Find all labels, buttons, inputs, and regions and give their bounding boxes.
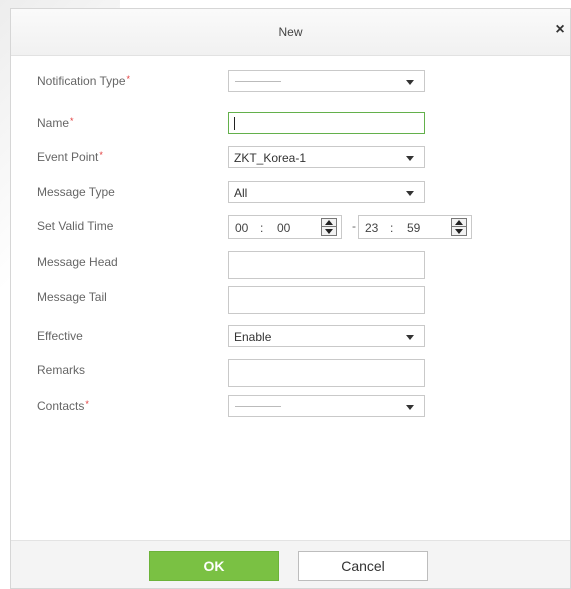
remarks-label: Remarks [37,363,86,377]
dialog-footer: OK Cancel [11,540,570,588]
event-point-value: ZKT_Korea-1 [234,151,307,165]
required-mark: * [85,399,89,409]
required-mark: * [70,116,74,126]
ok-button[interactable]: OK [149,551,279,581]
message-head-input[interactable] [228,251,425,279]
new-dialog: New × Notification Type* Name* Event Poi… [10,8,571,589]
dialog-titlebar: New × [11,9,570,56]
message-tail-label: Message Tail [37,290,107,304]
valid-time-end[interactable]: 23 : 59 [358,215,472,239]
start-minute: 00 [277,221,291,235]
text-cursor [234,117,235,130]
effective-label: Effective [37,329,83,343]
required-mark: * [126,74,131,84]
chevron-down-icon [406,156,414,161]
spinner-updown-icon[interactable] [321,218,337,236]
effective-value: Enable [234,330,272,344]
spinner-updown-icon[interactable] [451,218,467,236]
valid-time-start[interactable]: 00 : 00 [228,215,342,239]
notification-type-select[interactable] [228,70,425,92]
time-range-separator: - [352,219,356,233]
cancel-button[interactable]: Cancel [298,551,428,581]
contacts-select[interactable] [228,395,425,417]
chevron-down-icon [406,80,414,85]
dialog-title: New [278,25,303,39]
empty-selection-dash [235,406,281,407]
end-minute: 59 [407,221,421,235]
remarks-input[interactable] [228,359,425,387]
empty-selection-dash [235,81,281,82]
message-type-label: Message Type [37,185,115,199]
required-mark: * [99,150,103,160]
message-head-label: Message Head [37,255,118,269]
close-icon[interactable]: × [552,21,568,39]
end-hour: 23 [365,221,379,235]
notification-type-label: Notification Type* [37,74,131,88]
chevron-down-icon [406,405,414,410]
effective-select[interactable]: Enable [228,325,425,347]
event-point-select[interactable]: ZKT_Korea-1 [228,146,425,168]
message-type-select[interactable]: All [228,181,425,203]
name-input[interactable] [228,112,425,134]
message-type-value: All [234,186,248,200]
valid-time-label: Set Valid Time [37,219,114,233]
event-point-label: Event Point* [37,150,103,164]
start-hour: 00 [235,221,249,235]
name-label: Name* [37,116,74,130]
contacts-label: Contacts* [37,399,89,413]
message-tail-input[interactable] [228,286,425,314]
chevron-down-icon [406,191,414,196]
chevron-down-icon [406,335,414,340]
